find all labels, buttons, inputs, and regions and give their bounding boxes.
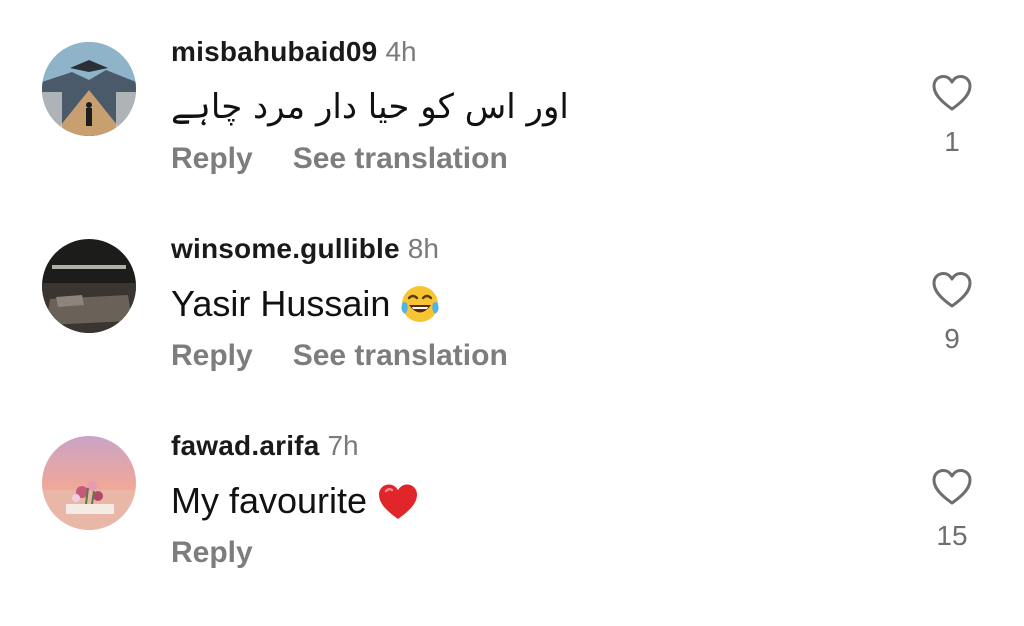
comment-text: اور اس کو حیا دار مرد چاہے: [171, 87, 569, 127]
like-control: 15: [926, 468, 978, 552]
comment-text: My favourite: [171, 480, 419, 530]
comment-meta: fawad.arifa 7h: [171, 430, 359, 462]
timestamp: 4h: [385, 36, 417, 67]
comment-actions: Reply See translation: [171, 339, 548, 373]
like-count: 15: [936, 520, 968, 551]
comment-item: misbahubaid09 4h اور اس کو حیا دار مرد چا…: [0, 30, 1024, 220]
avatar[interactable]: [42, 436, 136, 530]
comment-actions: Reply See translation: [171, 142, 548, 176]
comment-meta: misbahubaid09 4h: [171, 36, 417, 68]
timestamp: 7h: [327, 430, 359, 461]
comment-actions: Reply: [171, 536, 293, 570]
avatar-image: [42, 239, 136, 333]
like-count: 1: [944, 126, 960, 157]
comment-item: winsome.gullible 8h Yasir Hussain Reply Se…: [0, 227, 1024, 417]
timestamp: 8h: [407, 233, 439, 264]
heart-outline-icon[interactable]: [926, 74, 978, 112]
comment-text-content: My favourite: [171, 480, 368, 521]
comment-meta: winsome.gullible 8h: [171, 233, 439, 265]
username[interactable]: fawad.arifa: [171, 430, 319, 461]
reply-button[interactable]: Reply: [171, 339, 253, 373]
like-count: 9: [944, 323, 960, 354]
avatar-image: [42, 436, 136, 530]
red-heart-icon: [377, 483, 419, 530]
like-control: 9: [926, 271, 978, 355]
heart-outline-icon[interactable]: [926, 468, 978, 506]
comment-item: fawad.arifa 7h My favourite Reply 15: [0, 424, 1024, 614]
like-control: 1: [926, 74, 978, 158]
reply-button[interactable]: Reply: [171, 536, 253, 570]
avatar[interactable]: [42, 42, 136, 136]
avatar-image: [42, 42, 136, 136]
username[interactable]: winsome.gullible: [171, 233, 400, 264]
reply-button[interactable]: Reply: [171, 142, 253, 176]
face-with-tears-of-joy-icon: [400, 284, 440, 333]
comment-text-content: Yasir Hussain: [171, 283, 391, 324]
see-translation-button[interactable]: See translation: [293, 339, 508, 373]
see-translation-button[interactable]: See translation: [293, 142, 508, 176]
avatar[interactable]: [42, 239, 136, 333]
username[interactable]: misbahubaid09: [171, 36, 377, 67]
heart-outline-icon[interactable]: [926, 271, 978, 309]
comment-text: Yasir Hussain: [171, 283, 440, 333]
